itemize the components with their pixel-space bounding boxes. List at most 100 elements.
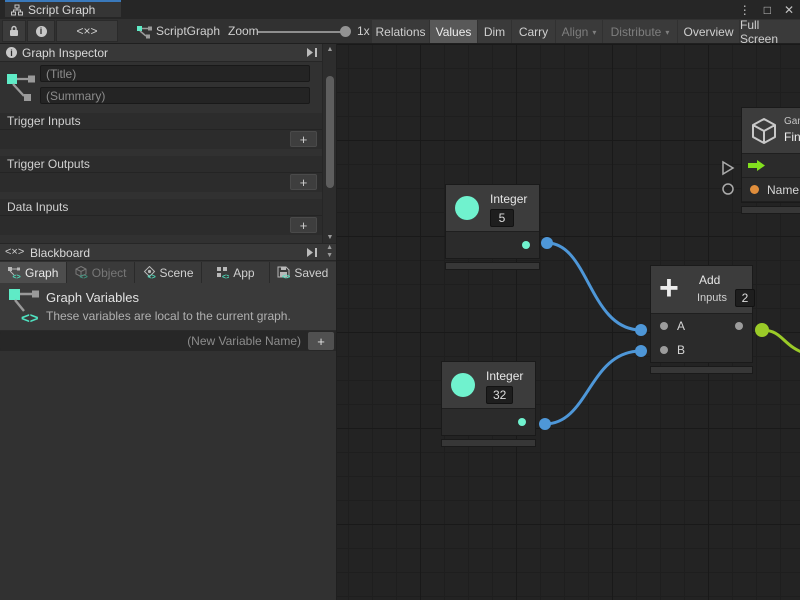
- wire-integer5-to-add-a[interactable]: [547, 243, 641, 330]
- add-node[interactable]: + Add Inputs 2 A B: [650, 265, 753, 374]
- node-footer: [441, 439, 536, 447]
- graph-hierarchy-icon: [11, 4, 23, 16]
- integer-node-5[interactable]: Integer 5: [445, 184, 540, 270]
- integer-output-port[interactable]: [522, 241, 530, 249]
- full-screen-button[interactable]: Full Screen: [740, 20, 800, 43]
- add-data-input-button[interactable]: +: [290, 217, 317, 233]
- graph-variables-desc: These variables are local to the current…: [46, 309, 291, 323]
- tab-graph[interactable]: <> Graph: [0, 262, 66, 283]
- graph-variables-info: <> Graph Variables These variables are l…: [0, 283, 336, 331]
- wire-integer32-to-add-b[interactable]: [545, 351, 641, 424]
- wire-add-output[interactable]: [762, 330, 800, 354]
- section-row: +: [0, 216, 322, 235]
- scroll-up-icon[interactable]: ▲: [323, 46, 337, 53]
- node-footer: [445, 262, 540, 270]
- node-subtitle: Game: [784, 116, 800, 127]
- value-input-marker: [723, 184, 733, 194]
- titlebar: Script Graph ⋮ □ ✕: [0, 0, 800, 19]
- port-row-a: A: [651, 314, 752, 338]
- integer-literal-icon: [451, 373, 475, 397]
- section-label: Data Inputs: [0, 199, 322, 216]
- input-port-a[interactable]: [660, 322, 668, 330]
- wire-endpoint-dot[interactable]: [755, 323, 769, 337]
- carry-button[interactable]: Carry: [512, 20, 555, 43]
- new-variable-input[interactable]: [0, 332, 306, 350]
- tab-scene[interactable]: <> Scene: [135, 262, 201, 283]
- inputs-count-field[interactable]: 2: [735, 289, 755, 307]
- zoom-slider-track[interactable]: [258, 31, 350, 33]
- scroll-up-icon[interactable]: ▲: [326, 244, 333, 251]
- scroll-down-icon[interactable]: ▼: [326, 252, 333, 259]
- inputs-label: Inputs: [697, 292, 727, 304]
- dim-button[interactable]: Dim: [478, 20, 511, 43]
- flow-arrow-icon[interactable]: [748, 160, 765, 171]
- script-graph-window: Script Graph ⋮ □ ✕ i <×> ScriptGraph: [0, 0, 800, 600]
- close-icon[interactable]: ✕: [784, 3, 794, 17]
- add-variable-button[interactable]: +: [308, 332, 334, 350]
- kebab-menu-icon[interactable]: ⋮: [739, 3, 751, 17]
- info-button[interactable]: i: [27, 20, 55, 42]
- dock-panel-icon[interactable]: [306, 47, 318, 58]
- variables-icon: <×>: [76, 24, 97, 38]
- integer-node-32[interactable]: Integer 32: [441, 361, 536, 447]
- graph-variables-icon: [7, 68, 37, 104]
- input-port-b[interactable]: [660, 346, 668, 354]
- tab-app[interactable]: <> App: [202, 262, 268, 283]
- flow-input-marker: [723, 162, 733, 174]
- maximize-icon[interactable]: □: [764, 3, 771, 17]
- wire-endpoint-dot[interactable]: [635, 345, 647, 357]
- values-button[interactable]: Values: [430, 20, 477, 43]
- relations-button[interactable]: Relations: [372, 20, 429, 43]
- tab-saved[interactable]: <> Saved: [270, 262, 336, 283]
- overview-button[interactable]: Overview: [678, 20, 739, 43]
- info-icon: i: [6, 47, 17, 58]
- game-object-cube-icon: [750, 117, 778, 145]
- add-trigger-output-button[interactable]: +: [290, 174, 317, 190]
- lock-icon: [9, 25, 19, 37]
- variables-icon: <×>: [5, 246, 24, 258]
- chevron-down-icon: ▾: [592, 28, 596, 37]
- node-title: Integer: [490, 192, 527, 206]
- output-port[interactable]: [735, 322, 743, 330]
- tab-script-graph[interactable]: Script Graph: [5, 0, 121, 17]
- svg-text:<>: <>: [79, 274, 87, 279]
- scene-tab-icon: <>: [143, 266, 156, 279]
- integer-value-field[interactable]: 32: [486, 386, 513, 404]
- summary-input[interactable]: [40, 87, 310, 104]
- distribute-dropdown[interactable]: Distribute ▾: [603, 20, 677, 43]
- data-inputs-section: Data Inputs +: [0, 199, 322, 235]
- wire-endpoint-dot[interactable]: [539, 418, 551, 430]
- lock-button[interactable]: [2, 20, 26, 42]
- svg-text:<>: <>: [222, 274, 229, 279]
- align-dropdown[interactable]: Align ▾: [556, 20, 602, 43]
- name-port-row: Name: [742, 178, 800, 202]
- title-input[interactable]: [40, 65, 310, 82]
- svg-text:<>: <>: [147, 274, 155, 279]
- info-icon: i: [36, 26, 47, 37]
- graph-inspector-header: i Graph Inspector: [0, 44, 336, 62]
- dock-panel-icon[interactable]: [306, 247, 318, 258]
- port-row-b: B: [651, 338, 752, 362]
- name-input-port[interactable]: [750, 185, 759, 194]
- variables-toggle-button[interactable]: <×>: [56, 20, 118, 42]
- app-tab-icon: <>: [216, 266, 229, 279]
- graph-canvas[interactable]: Integer 5 Integer 32: [337, 44, 800, 600]
- find-node[interactable]: Game Find Name: [741, 107, 800, 214]
- section-label: Trigger Inputs: [0, 113, 322, 130]
- blackboard-tabs: <> Graph <> Object <> Scene: [0, 262, 336, 283]
- add-icon: +: [659, 264, 679, 312]
- add-trigger-input-button[interactable]: +: [290, 131, 317, 147]
- section-row: +: [0, 130, 322, 149]
- scrollbar-thumb[interactable]: [326, 76, 334, 188]
- integer-value-field[interactable]: 5: [490, 209, 514, 227]
- port-label: B: [677, 343, 685, 357]
- wire-endpoint-dot[interactable]: [635, 324, 647, 336]
- integer-output-port[interactable]: [518, 418, 526, 426]
- integer-literal-icon: [455, 196, 479, 220]
- tab-object[interactable]: <> Object: [67, 262, 133, 283]
- node-title: Find: [784, 130, 800, 144]
- zoom-slider-thumb[interactable]: [340, 26, 351, 37]
- wire-endpoint-dot[interactable]: [541, 237, 553, 249]
- scroll-down-icon[interactable]: ▼: [323, 234, 337, 241]
- blackboard-header: <×> Blackboard ▲ ▼: [0, 243, 336, 261]
